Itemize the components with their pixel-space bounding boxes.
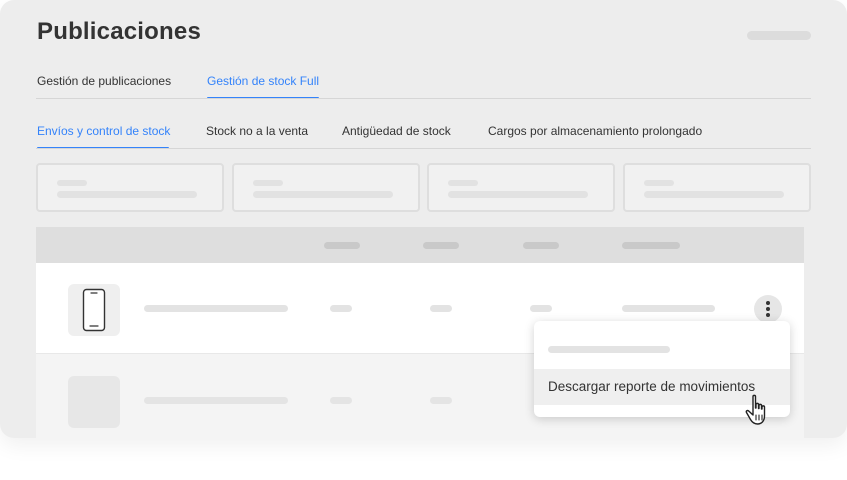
tab-gestion-stock-full[interactable]: Gestión de stock Full [207,74,319,88]
table-header [36,227,804,263]
hand-pointer-icon [745,394,766,425]
tab-gestion-publicaciones[interactable]: Gestión de publicaciones [37,74,171,88]
smartphone-icon [82,288,106,332]
subtab-envios-control-stock[interactable]: Envíos y control de stock [37,124,170,138]
menu-item-placeholder[interactable] [548,346,670,353]
menu-item-label: Descargar reporte de movimientos [548,379,756,394]
product-thumbnail [68,284,120,336]
app-window: Publicaciones Gestión de publicaciones G… [0,0,847,438]
summary-card[interactable] [36,163,224,212]
page-title: Publicaciones [37,18,201,45]
subtabs-divider [36,148,811,149]
header-placeholder [747,31,811,40]
summary-card[interactable] [232,163,420,212]
summary-card[interactable] [623,163,811,212]
product-thumbnail [68,376,120,428]
subtab-cargos-almacenamiento[interactable]: Cargos por almacenamiento prolongado [488,124,702,138]
subtab-stock-no-venta[interactable]: Stock no a la venta [206,124,308,138]
more-vertical-icon[interactable] [754,295,782,323]
summary-card[interactable] [427,163,615,212]
tabs-divider [36,98,811,99]
subtab-antiguedad-stock[interactable]: Antigüedad de stock [342,124,451,138]
